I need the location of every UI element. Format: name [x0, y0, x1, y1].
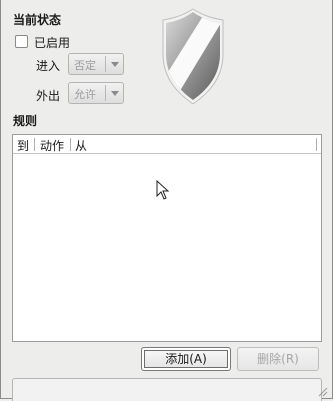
chevron-down-icon: [111, 91, 119, 96]
chevron-down-icon: [111, 62, 119, 67]
column-divider: [316, 138, 317, 151]
outgoing-select[interactable]: 允许: [68, 82, 124, 104]
outgoing-label: 外出: [36, 89, 61, 103]
enabled-checkbox-row[interactable]: 已启用: [15, 34, 115, 50]
column-header-action[interactable]: 动作: [40, 137, 64, 154]
column-header-from[interactable]: 从: [75, 137, 87, 154]
enabled-label: 已启用: [34, 36, 71, 50]
shield-icon: [162, 8, 224, 105]
incoming-label: 进入: [36, 59, 61, 73]
combo-separator: [105, 85, 106, 101]
rules-header: 到 动作 从: [13, 135, 321, 154]
column-header-to[interactable]: 到: [17, 137, 29, 154]
combo-separator: [105, 56, 106, 72]
current-state-title: 当前状态: [13, 13, 62, 27]
column-divider: [70, 138, 71, 151]
outgoing-value: 允许: [74, 88, 96, 101]
incoming-value: 否定: [74, 59, 96, 72]
mouse-pointer-icon: [156, 179, 170, 200]
column-divider: [34, 138, 35, 151]
add-button[interactable]: 添加(A): [141, 347, 231, 371]
status-bar: [12, 378, 322, 401]
rules-title: 规则: [13, 114, 38, 128]
enabled-checkbox[interactable]: [15, 35, 28, 48]
rules-list[interactable]: 到 动作 从: [12, 134, 322, 342]
delete-button[interactable]: 删除(R): [237, 347, 319, 371]
incoming-select[interactable]: 否定: [68, 53, 124, 75]
resize-grip-icon[interactable]: [316, 385, 328, 397]
